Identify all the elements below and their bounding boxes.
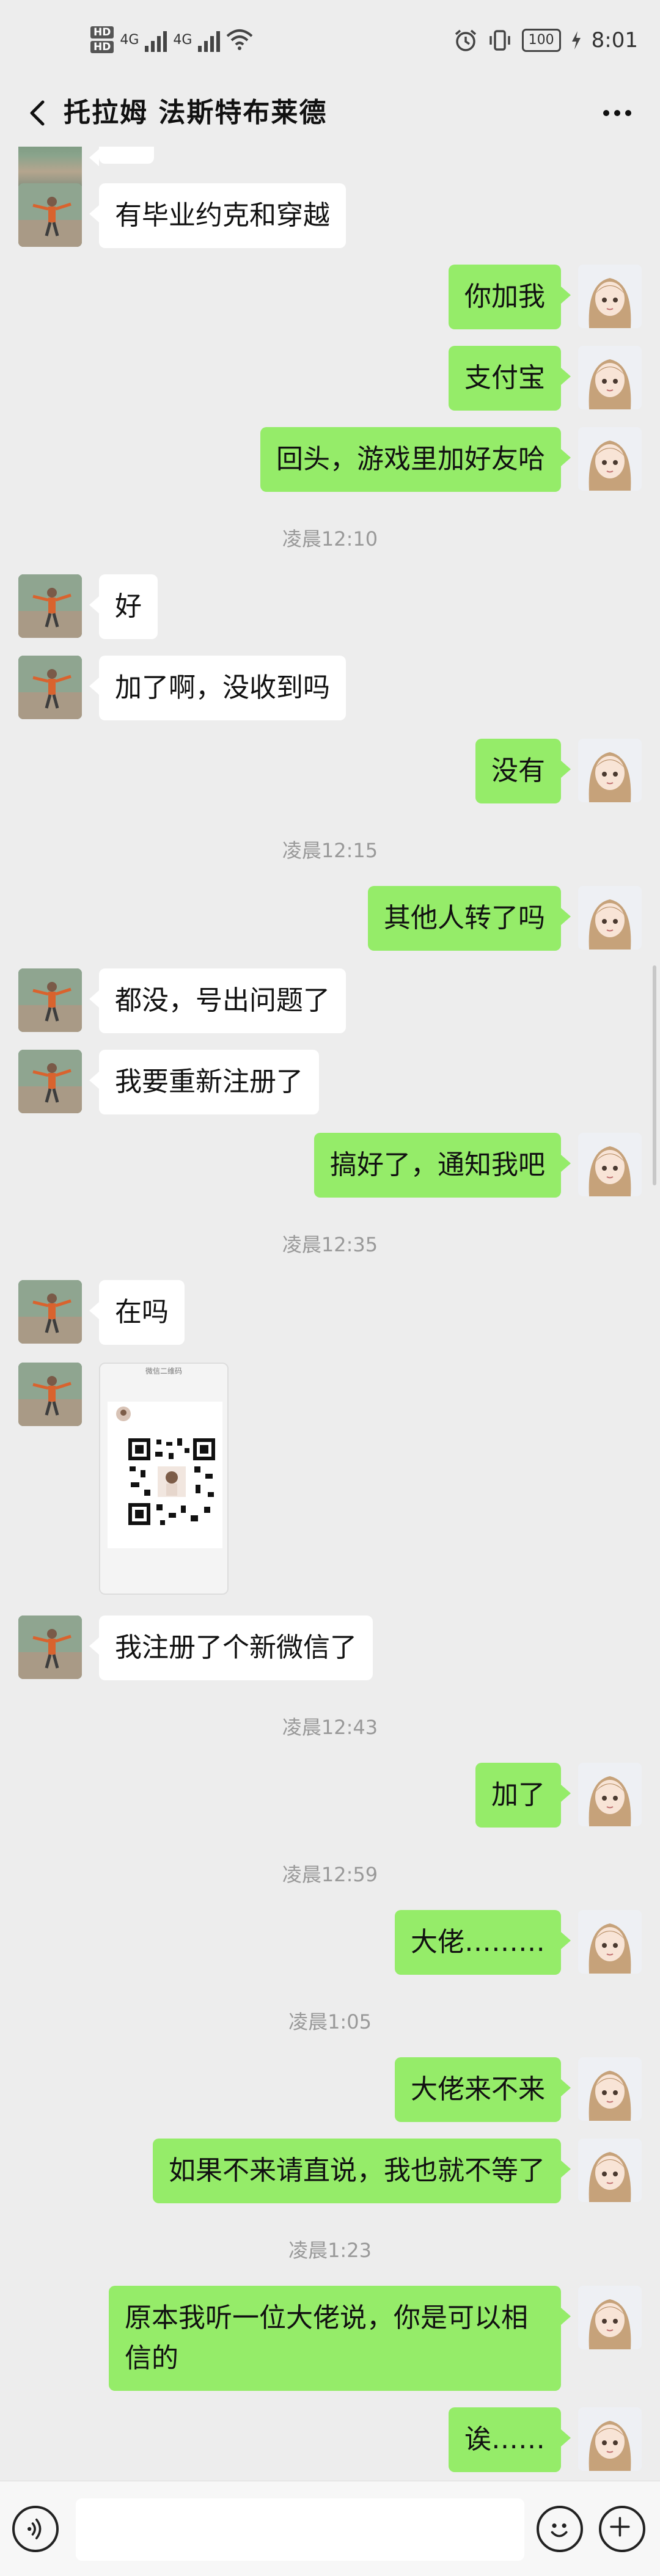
alarm-icon xyxy=(455,29,476,51)
message-bubble[interactable]: 其他人转了吗 xyxy=(368,886,571,951)
timestamp: 凌晨12:35 xyxy=(282,1233,378,1256)
contact-avatar-image xyxy=(18,574,82,638)
my-avatar[interactable] xyxy=(578,1763,642,1826)
my-avatar-image xyxy=(578,886,642,950)
emoji-icon[interactable] xyxy=(537,2506,583,2552)
timestamp: 凌晨12:59 xyxy=(282,1863,378,1886)
message-bubble[interactable]: 没有 xyxy=(475,739,571,803)
network-label-1: 4G xyxy=(120,32,139,48)
message-input[interactable] xyxy=(76,2498,524,2561)
contact-avatar[interactable] xyxy=(18,1363,82,1426)
timestamp: 凌晨1:05 xyxy=(288,2010,372,2033)
my-avatar-image xyxy=(578,346,642,409)
clock-time: 8:01 xyxy=(591,28,638,53)
message-bubble[interactable]: 好 xyxy=(89,574,158,639)
hd-label-2: HD xyxy=(90,41,114,53)
my-avatar-image xyxy=(578,1133,642,1196)
message-bubble[interactable]: 加了啊，没收到吗 xyxy=(89,656,346,720)
contact-avatar[interactable] xyxy=(18,1280,82,1344)
contact-avatar-image xyxy=(18,1615,82,1679)
contact-avatar[interactable] xyxy=(18,1050,82,1113)
my-avatar-image xyxy=(578,2286,642,2349)
message-bubble[interactable]: 回头，游戏里加好友哈 xyxy=(260,427,571,492)
contact-avatar-image xyxy=(18,656,82,719)
image-title: 微信二维码 xyxy=(145,1367,182,1375)
my-avatar[interactable] xyxy=(578,2286,642,2349)
my-avatar[interactable] xyxy=(578,265,642,328)
my-avatar[interactable] xyxy=(578,2139,642,2202)
my-avatar-image xyxy=(578,1910,642,1974)
my-avatar-image xyxy=(578,2139,642,2202)
voice-input-icon[interactable] xyxy=(12,2506,59,2552)
contact-avatar[interactable] xyxy=(18,656,82,719)
timestamp: 凌晨12:43 xyxy=(282,1716,378,1739)
message-bubble[interactable]: 原本我听一位大佬说，你是可以相信的 xyxy=(109,2286,571,2391)
contact-avatar[interactable] xyxy=(18,183,82,247)
battery-level: 100 xyxy=(521,29,561,52)
message-bubble[interactable]: 大佬……… xyxy=(395,1910,571,1975)
contact-avatar[interactable] xyxy=(18,574,82,638)
status-bar: HD HD 4G 4G 100 8:01 xyxy=(0,0,660,79)
more-options-icon[interactable] xyxy=(593,92,642,134)
my-avatar-image xyxy=(578,265,642,328)
network-label-2: 4G xyxy=(173,32,193,48)
status-right: 100 8:01 xyxy=(453,22,638,59)
message-bubble[interactable]: 我注册了个新微信了 xyxy=(89,1615,373,1680)
timestamp: 凌晨1:23 xyxy=(288,2239,372,2262)
scrollbar[interactable] xyxy=(653,965,656,1185)
input-bar xyxy=(0,2481,660,2576)
qr-card xyxy=(108,1402,222,1548)
message-bubble[interactable]: 在吗 xyxy=(89,1280,185,1345)
status-left: HD HD 4G 4G xyxy=(90,18,253,61)
chat-title: 托拉姆 法斯特布莱德 xyxy=(64,97,328,128)
message-bubble[interactable]: 大佬来不来 xyxy=(395,2057,571,2122)
vibrate-icon xyxy=(489,30,510,51)
message-bubble[interactable]: 诶…… xyxy=(449,2407,571,2472)
timestamp: 凌晨12:10 xyxy=(282,527,378,551)
contact-avatar[interactable] xyxy=(18,1615,82,1679)
my-avatar-image xyxy=(578,739,642,802)
charging-icon xyxy=(571,31,581,49)
message-bubble[interactable]: 搞好了，通知我吧 xyxy=(314,1133,571,1198)
message-bubble-partial[interactable] xyxy=(89,147,154,166)
my-avatar[interactable] xyxy=(578,427,642,491)
contact-avatar-image xyxy=(18,1050,82,1113)
my-avatar[interactable] xyxy=(578,886,642,950)
contact-avatar-image xyxy=(18,183,82,247)
contact-avatar-image xyxy=(18,968,82,1032)
qr-code-icon xyxy=(126,1436,218,1528)
message-bubble[interactable]: 如果不来请直说，我也就不等了 xyxy=(153,2139,571,2203)
message-bubble[interactable]: 都没，号出问题了 xyxy=(89,968,346,1033)
contact-avatar-image xyxy=(18,1280,82,1344)
image-message[interactable]: 微信二维码 xyxy=(99,1363,229,1595)
contact-avatar-image xyxy=(18,1363,82,1426)
timestamp: 凌晨12:15 xyxy=(282,839,378,862)
my-avatar-image xyxy=(578,2057,642,2121)
contact-avatar[interactable] xyxy=(18,968,82,1032)
hd-indicator: HD HD xyxy=(90,26,114,53)
my-avatar[interactable] xyxy=(578,1133,642,1196)
signal-icon xyxy=(145,27,167,52)
message-list[interactable]: 有毕业约克和穿越 你加我 支付宝 回头，游戏里加好友哈 凌晨12:10 好 加了… xyxy=(0,147,660,2481)
message-bubble[interactable]: 加了 xyxy=(475,1763,571,1828)
my-avatar-image xyxy=(578,1763,642,1826)
my-avatar-image xyxy=(578,2407,642,2471)
my-avatar[interactable] xyxy=(578,739,642,802)
message-bubble[interactable]: 你加我 xyxy=(449,265,571,329)
message-bubble[interactable]: 我要重新注册了 xyxy=(89,1050,319,1114)
message-bubble[interactable]: 支付宝 xyxy=(449,346,571,411)
message-bubble[interactable]: 有毕业约克和穿越 xyxy=(89,183,346,248)
chat-header: 托拉姆 法斯特布莱德 xyxy=(0,79,660,147)
my-avatar[interactable] xyxy=(578,346,642,409)
my-avatar[interactable] xyxy=(578,2407,642,2471)
my-avatar-image xyxy=(578,427,642,491)
my-avatar[interactable] xyxy=(578,1910,642,1974)
qr-avatar-icon xyxy=(116,1407,131,1421)
signal-icon-2 xyxy=(198,27,221,52)
wifi-icon xyxy=(227,29,253,50)
my-avatar[interactable] xyxy=(578,2057,642,2121)
plus-icon[interactable] xyxy=(599,2506,645,2552)
back-icon[interactable] xyxy=(18,92,61,134)
hd-label-1: HD xyxy=(90,26,114,38)
